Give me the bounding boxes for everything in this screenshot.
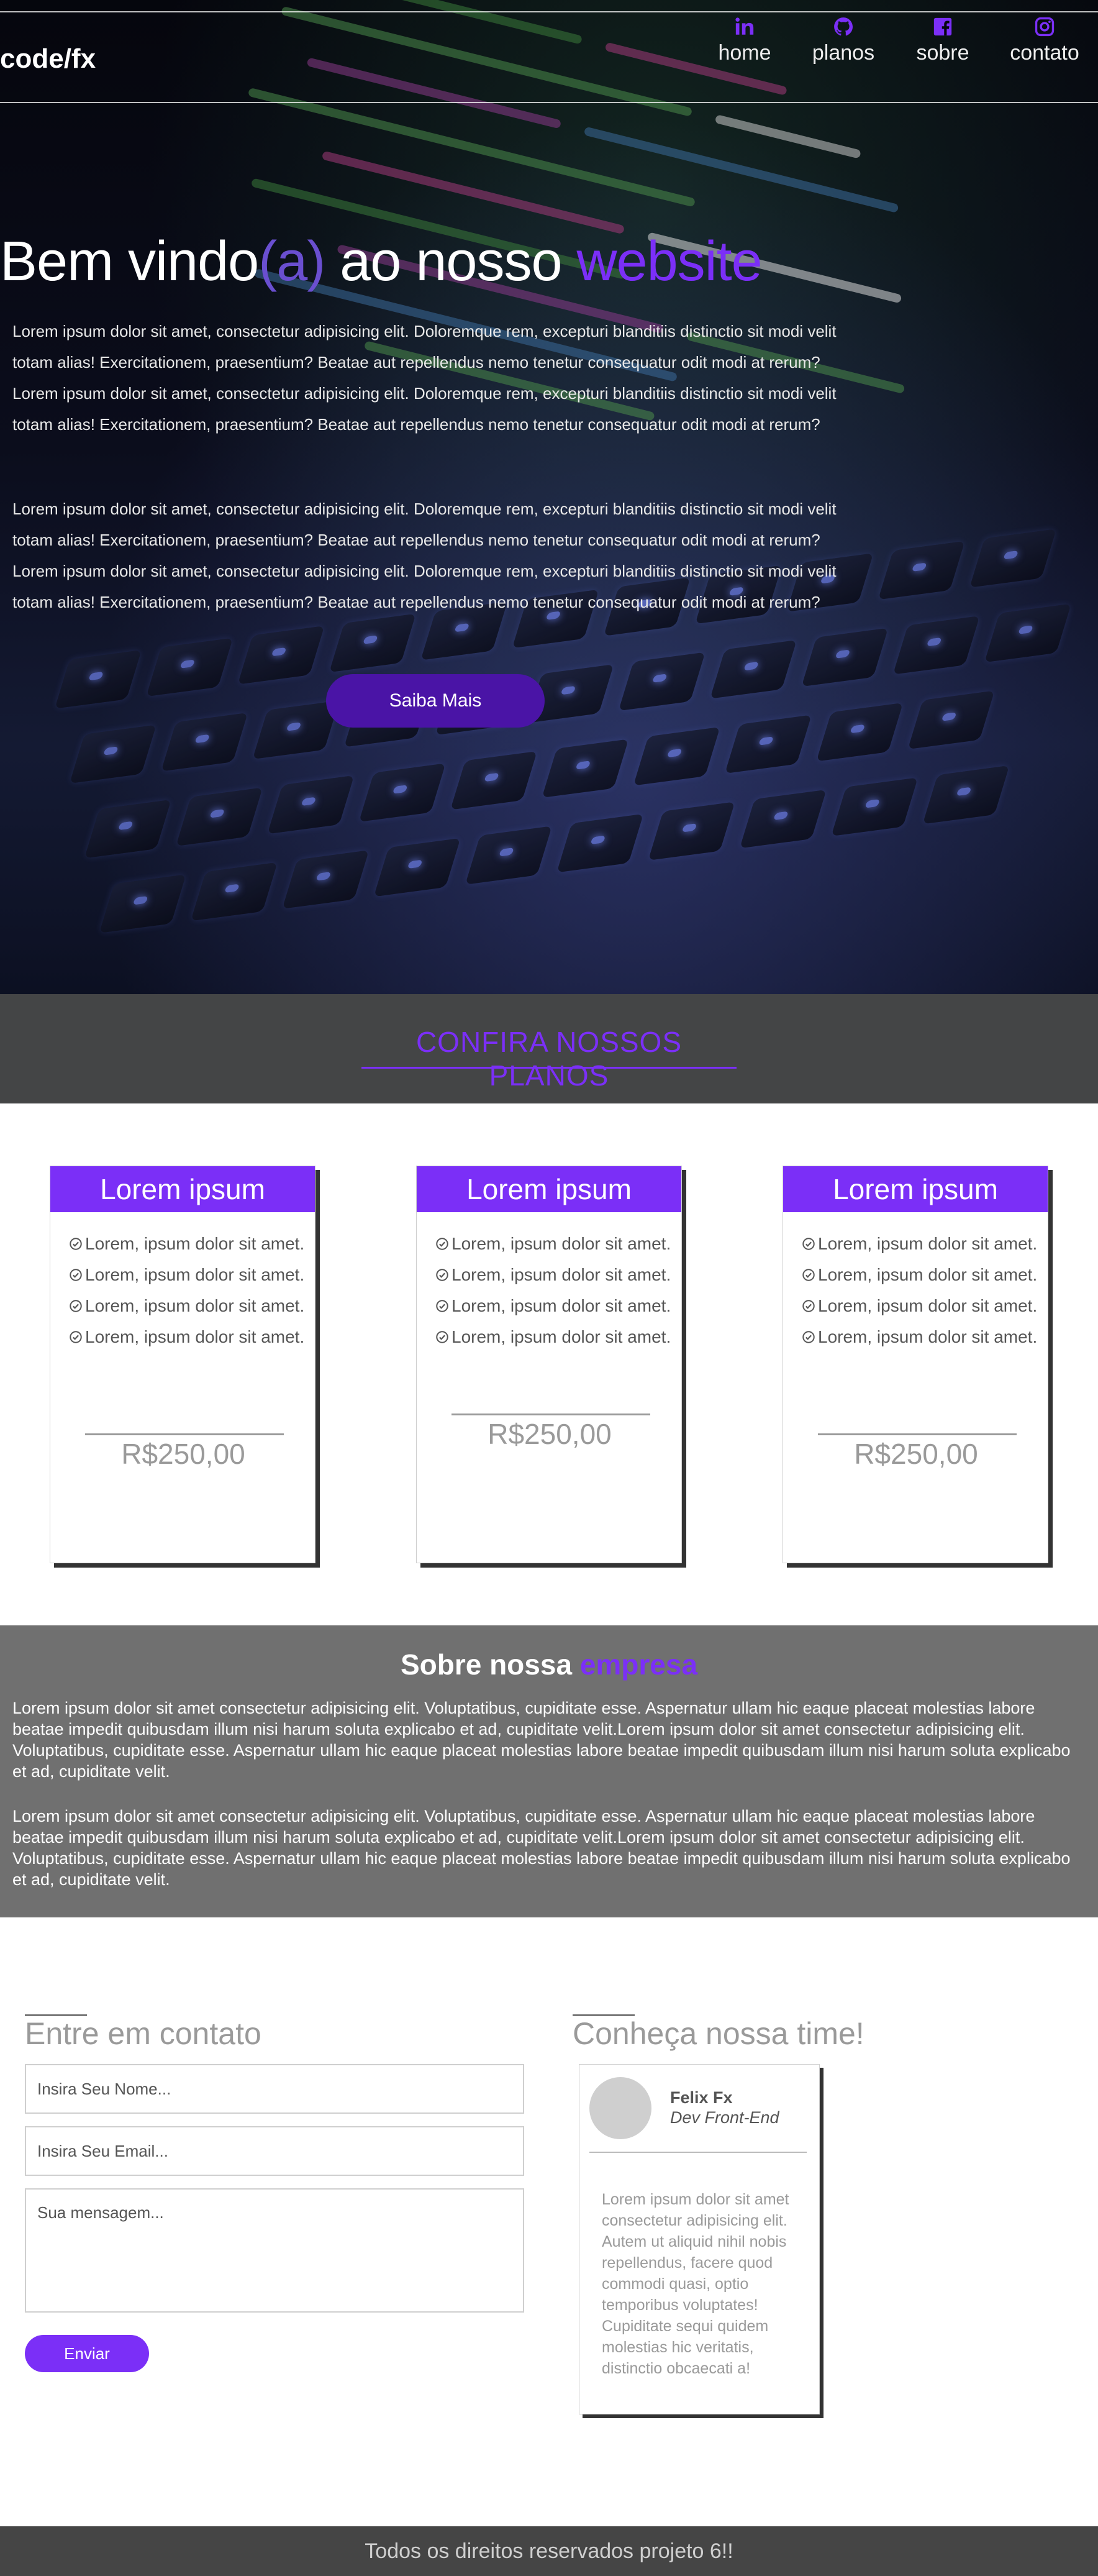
check-circle-icon <box>802 1238 815 1250</box>
plan-feature: Lorem, ipsum dolor sit amet. <box>435 1259 681 1290</box>
nav-label-sobre: sobre <box>916 41 969 65</box>
team-card-divider <box>589 2152 807 2153</box>
check-circle-icon <box>802 1331 815 1343</box>
github-icon <box>834 17 853 36</box>
hero-title-part: Bem vindo <box>0 231 259 293</box>
plan-feature-text: Lorem, ipsum dolor sit amet. <box>818 1327 1038 1346</box>
about-title-highlight: empresa <box>579 1648 698 1681</box>
plan-feature: Lorem, ipsum dolor sit amet. <box>435 1228 681 1259</box>
member-bio: Lorem ipsum dolor sit amet consectetur a… <box>602 2191 789 2377</box>
check-circle-icon <box>70 1238 82 1250</box>
plan-card-title: Lorem ipsum <box>417 1166 681 1212</box>
send-button[interactable]: Enviar <box>25 2335 149 2372</box>
team-member-card: Felix Fx Dev Front-End Lorem ipsum dolor… <box>579 2064 820 2414</box>
hero-paragraph: Lorem ipsum dolor sit amet, consectetur … <box>12 322 837 434</box>
check-circle-icon <box>70 1269 82 1281</box>
linkedin-icon <box>735 17 754 35</box>
plan-feature-list: Lorem, ipsum dolor sit amet. Lorem, ipsu… <box>783 1228 1048 1353</box>
check-circle-icon <box>802 1269 815 1281</box>
nav-item-sobre[interactable]: sobre <box>915 16 970 65</box>
price-divider <box>85 1433 284 1435</box>
plan-feature-text: Lorem, ipsum dolor sit amet. <box>85 1234 305 1253</box>
plan-price: R$250,00 <box>854 1438 978 1470</box>
header-top-divider <box>0 11 1098 12</box>
plan-feature: Lorem, ipsum dolor sit amet. <box>802 1228 1048 1259</box>
nav-label-planos: planos <box>812 41 875 65</box>
plan-feature: Lorem, ipsum dolor sit amet. <box>802 1290 1048 1322</box>
nav-label-home: home <box>718 41 771 65</box>
plan-feature-text: Lorem, ipsum dolor sit amet. <box>818 1296 1038 1315</box>
about-title: Sobre nossa empresa <box>0 1648 1098 1681</box>
hero-title: Bem vindo(a) ao nosso website <box>0 230 763 294</box>
plan-feature-list: Lorem, ipsum dolor sit amet. Lorem, ipsu… <box>50 1228 315 1353</box>
team-title: Conheça nossa time! <box>573 2016 864 2051</box>
plan-feature-text: Lorem, ipsum dolor sit amet. <box>85 1296 305 1315</box>
nav-item-home[interactable]: home <box>718 16 771 65</box>
hero-title-accent: (a) <box>258 231 325 293</box>
saiba-mais-button[interactable]: Saiba Mais <box>326 674 545 728</box>
price-divider <box>818 1433 1017 1435</box>
price-divider <box>451 1414 650 1415</box>
site-logo[interactable]: code/fx <box>0 43 96 75</box>
hero-title-part: ao nosso <box>325 231 577 293</box>
check-circle-icon <box>70 1300 82 1312</box>
check-circle-icon <box>802 1300 815 1312</box>
instagram-icon <box>1035 17 1055 37</box>
plan-feature: Lorem, ipsum dolor sit amet. <box>802 1259 1048 1290</box>
plan-feature-text: Lorem, ipsum dolor sit amet. <box>451 1327 671 1346</box>
plan-feature: Lorem, ipsum dolor sit amet. <box>802 1322 1048 1353</box>
contact-title: Entre em contato <box>25 2016 261 2051</box>
nav-item-planos[interactable]: planos <box>811 16 876 65</box>
hero-title-highlight: website <box>576 231 763 293</box>
check-circle-icon <box>436 1300 448 1312</box>
plan-feature: Lorem, ipsum dolor sit amet. <box>435 1290 681 1322</box>
plan-feature-text: Lorem, ipsum dolor sit amet. <box>818 1265 1038 1284</box>
check-circle-icon <box>436 1331 448 1343</box>
email-field[interactable]: Insira Seu Email... <box>25 2126 524 2176</box>
plan-card-title: Lorem ipsum <box>783 1166 1048 1212</box>
footer-text: Todos os direitos reservados projeto 6!! <box>365 2539 733 2563</box>
avatar <box>589 2077 651 2139</box>
plan-feature: Lorem, ipsum dolor sit amet. <box>69 1322 315 1353</box>
nav-label-contato: contato <box>1010 41 1079 65</box>
plan-card-title: Lorem ipsum <box>50 1166 315 1212</box>
plan-feature: Lorem, ipsum dolor sit amet. <box>69 1228 315 1259</box>
plan-feature-list: Lorem, ipsum dolor sit amet. Lorem, ipsu… <box>417 1228 681 1353</box>
plan-feature: Lorem, ipsum dolor sit amet. <box>435 1322 681 1353</box>
member-role: Dev Front-End <box>670 2108 779 2127</box>
about-paragraph: Lorem ipsum dolor sit amet consectetur a… <box>12 1807 1071 1889</box>
facebook-icon <box>933 17 952 36</box>
plan-feature-text: Lorem, ipsum dolor sit amet. <box>818 1234 1038 1253</box>
nav-item-contato[interactable]: contato <box>1009 16 1081 65</box>
check-circle-icon <box>70 1331 82 1343</box>
about-paragraph: Lorem ipsum dolor sit amet consectetur a… <box>12 1699 1071 1781</box>
plan-card[interactable]: Lorem ipsum Lorem, ipsum dolor sit amet.… <box>783 1166 1048 1563</box>
plan-feature-text: Lorem, ipsum dolor sit amet. <box>451 1234 671 1253</box>
plan-card[interactable]: Lorem ipsum Lorem, ipsum dolor sit amet.… <box>416 1166 682 1563</box>
plans-title: CONFIRA NOSSOS PLANOS <box>361 1025 737 1092</box>
name-field[interactable]: Insira Seu Nome... <box>25 2064 524 2114</box>
plan-feature-text: Lorem, ipsum dolor sit amet. <box>451 1296 671 1315</box>
plan-feature-text: Lorem, ipsum dolor sit amet. <box>85 1327 305 1346</box>
member-name: Felix Fx <box>670 2088 733 2107</box>
message-field[interactable]: Sua mensagem... <box>25 2188 524 2313</box>
footer: Todos os direitos reservados projeto 6!! <box>0 2526 1098 2576</box>
hero-paragraph: Lorem ipsum dolor sit amet, consectetur … <box>12 500 837 611</box>
plan-price: R$250,00 <box>121 1438 245 1470</box>
check-circle-icon <box>436 1269 448 1281</box>
about-title-text: Sobre nossa <box>400 1648 580 1681</box>
check-circle-icon <box>436 1238 448 1250</box>
plan-feature-text: Lorem, ipsum dolor sit amet. <box>451 1265 671 1284</box>
plan-price: R$250,00 <box>488 1418 612 1450</box>
plan-feature: Lorem, ipsum dolor sit amet. <box>69 1290 315 1322</box>
plan-card[interactable]: Lorem ipsum Lorem, ipsum dolor sit amet.… <box>50 1166 315 1563</box>
plan-feature: Lorem, ipsum dolor sit amet. <box>69 1259 315 1290</box>
header-bottom-divider <box>0 102 1098 103</box>
plan-feature-text: Lorem, ipsum dolor sit amet. <box>85 1265 305 1284</box>
